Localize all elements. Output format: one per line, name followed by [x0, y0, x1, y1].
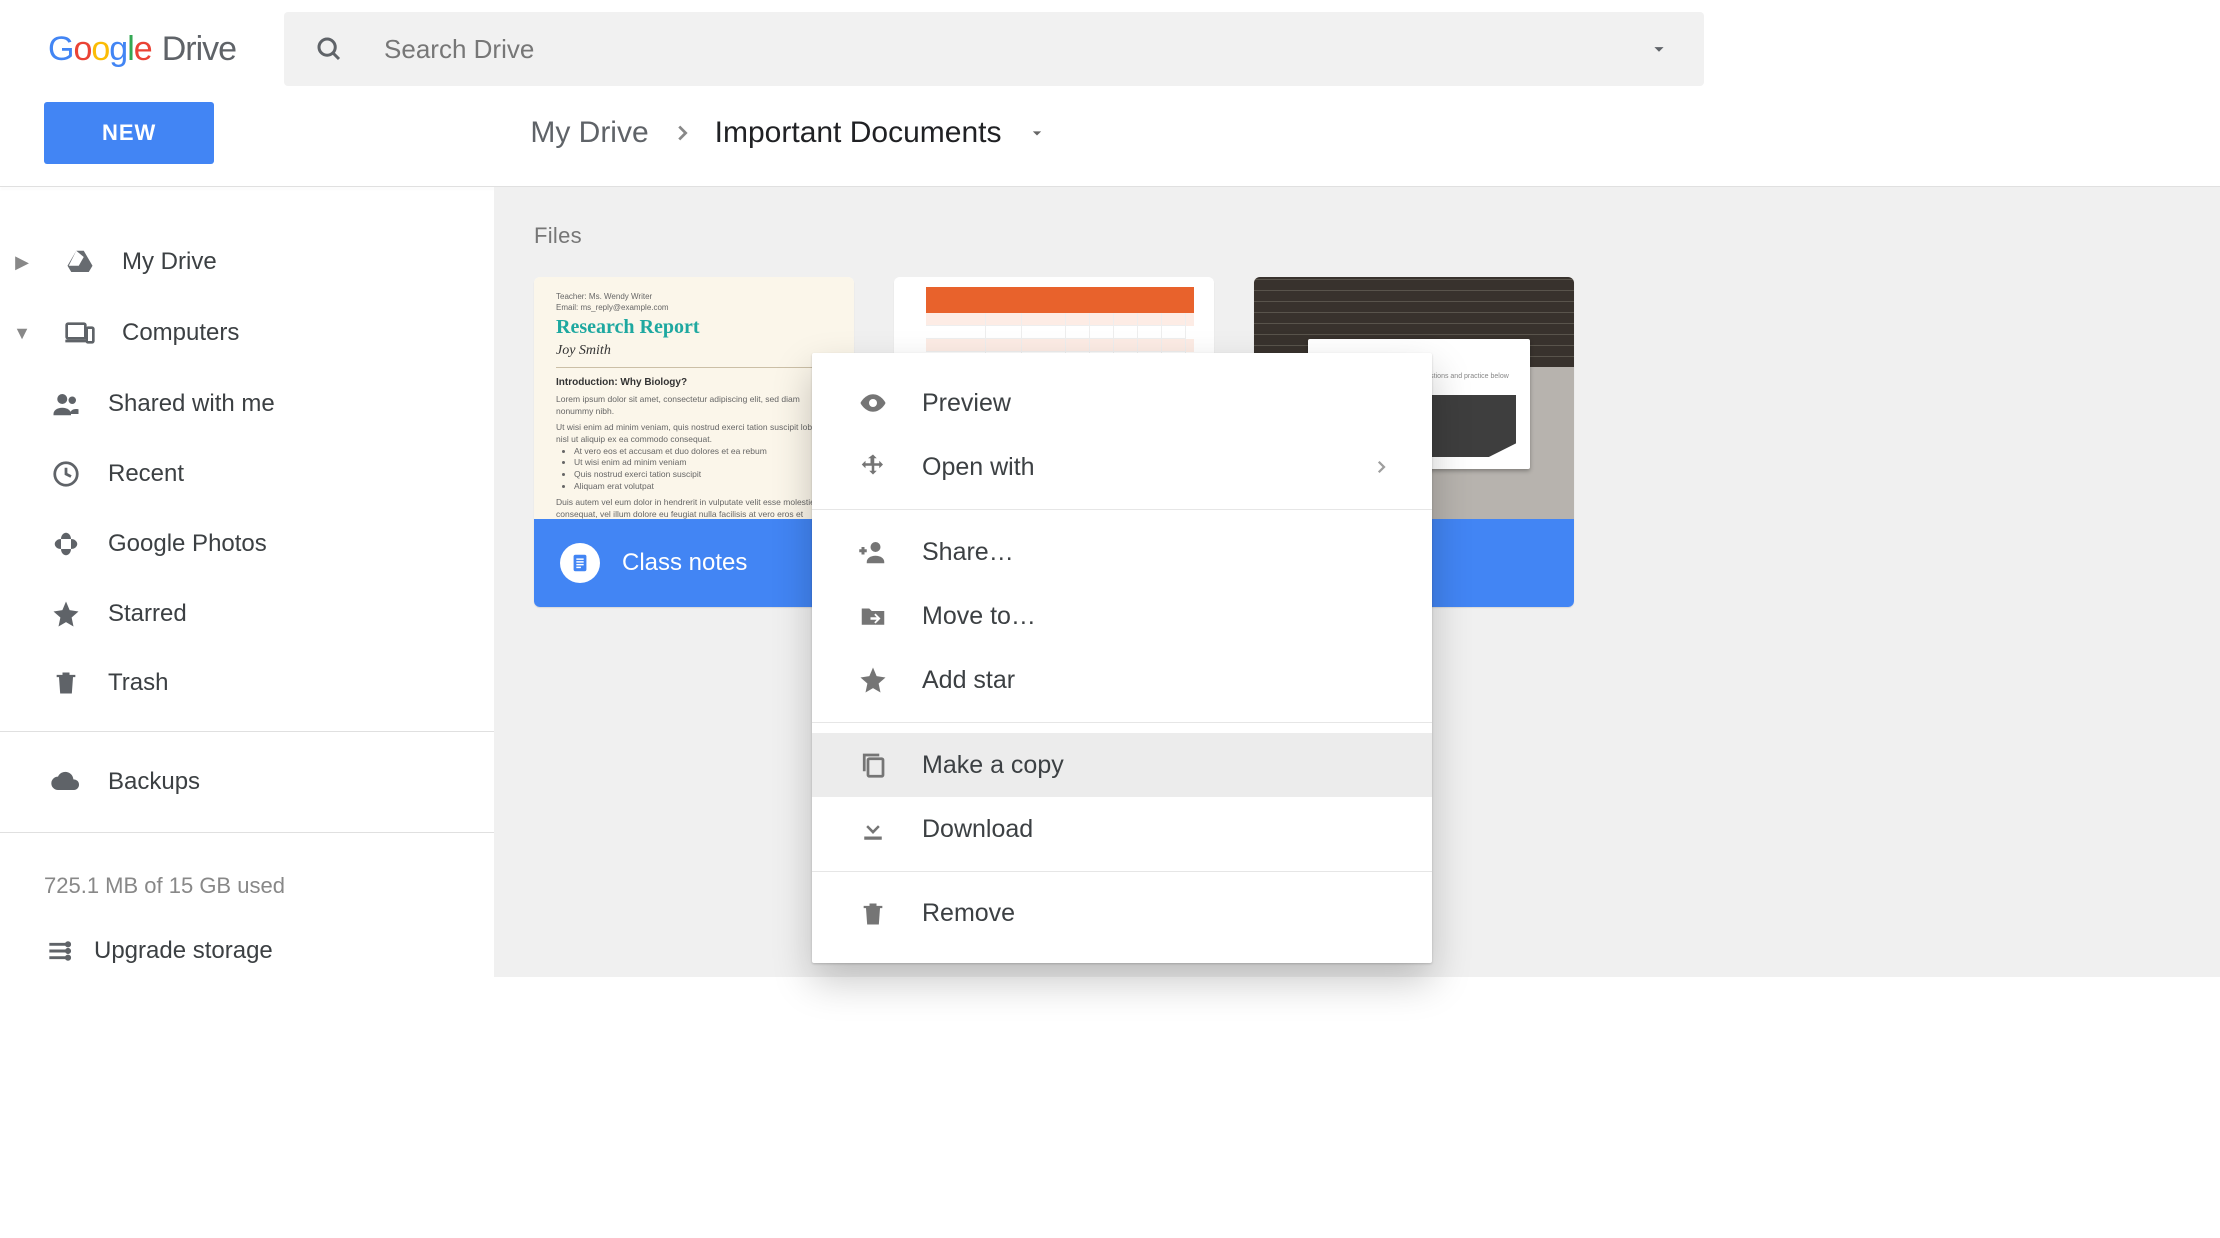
sidebar-item-shared-with-me[interactable]: Shared with me [0, 369, 494, 439]
chevron-right-icon [1372, 458, 1390, 476]
context-menu-make-a-copy[interactable]: Make a copy [812, 733, 1432, 797]
clock-icon [48, 459, 84, 489]
sidebar-item-starred[interactable]: Starred [0, 579, 494, 649]
drive-icon [62, 247, 98, 277]
context-menu-open-with[interactable]: Open with [812, 435, 1432, 499]
download-icon [856, 814, 890, 844]
sidebar-item-label: My Drive [122, 248, 217, 276]
file-label-row: Class notes [534, 519, 854, 607]
sidebar-item-label: Backups [108, 768, 200, 796]
storage-icon [44, 935, 76, 967]
context-menu-label: Download [922, 815, 1033, 844]
context-menu-add-star[interactable]: Add star [812, 648, 1432, 712]
logo[interactable]: Google Drive [48, 30, 236, 69]
people-icon [48, 389, 84, 419]
copy-icon [856, 750, 890, 780]
section-title: Files [534, 223, 2180, 249]
logo-product: Drive [162, 30, 236, 69]
sidebar: ▶ My Drive ▼ Computers Shared with me Re… [0, 187, 494, 977]
context-menu-label: Share… [922, 538, 1014, 567]
expand-right-icon[interactable]: ▶ [12, 252, 32, 273]
context-menu-preview[interactable]: Preview [812, 371, 1432, 435]
sidebar-item-computers[interactable]: ▼ Computers [0, 297, 494, 369]
chevron-right-icon [671, 122, 693, 144]
upgrade-storage-label: Upgrade storage [94, 937, 273, 965]
breadcrumb-root[interactable]: My Drive [530, 116, 648, 150]
breadcrumb-current[interactable]: Important Documents [715, 116, 1002, 150]
search-input[interactable] [384, 34, 1674, 65]
sidebar-item-label: Recent [108, 460, 184, 488]
context-menu-move-to[interactable]: Move to… [812, 584, 1432, 648]
expand-down-icon[interactable]: ▼ [12, 323, 32, 344]
context-menu-label: Open with [922, 453, 1035, 482]
person-add-icon [856, 537, 890, 567]
context-menu: Preview Open with Share… [812, 353, 1432, 963]
sidebar-item-google-photos[interactable]: Google Photos [0, 509, 494, 579]
move-arrows-icon [856, 452, 890, 482]
context-menu-label: Preview [922, 389, 1011, 418]
sidebar-item-label: Computers [122, 319, 239, 347]
context-menu-label: Make a copy [922, 751, 1064, 780]
search-icon [314, 34, 344, 64]
trash-icon [856, 900, 890, 928]
sidebar-item-label: Google Photos [108, 530, 267, 558]
file-thumbnail: Teacher: Ms. Wendy WriterEmail: ms_reply… [534, 277, 854, 519]
search-options-caret-icon[interactable] [1648, 38, 1670, 60]
context-menu-download[interactable]: Download [812, 797, 1432, 861]
breadcrumb-caret-icon[interactable] [1027, 123, 1047, 143]
context-menu-label: Move to… [922, 602, 1036, 631]
star-icon [48, 599, 84, 629]
devices-icon [62, 317, 98, 349]
trash-icon [48, 669, 84, 697]
sidebar-item-trash[interactable]: Trash [0, 649, 494, 717]
header: Google Drive [0, 0, 2220, 102]
file-card-class-notes[interactable]: Teacher: Ms. Wendy WriterEmail: ms_reply… [534, 277, 854, 607]
toolbar-row: NEW My Drive Important Documents [0, 102, 2220, 164]
divider [812, 509, 1432, 510]
cloud-icon [48, 766, 84, 798]
photos-icon [48, 529, 84, 559]
context-menu-share[interactable]: Share… [812, 520, 1432, 584]
sidebar-item-label: Trash [108, 669, 168, 697]
context-menu-label: Add star [922, 666, 1015, 695]
sidebar-item-backups[interactable]: Backups [0, 746, 494, 818]
sidebar-item-recent[interactable]: Recent [0, 439, 494, 509]
search-box[interactable] [284, 12, 1704, 86]
divider [812, 871, 1432, 872]
sidebar-item-label: Starred [108, 600, 187, 628]
new-button[interactable]: NEW [44, 102, 214, 164]
storage-usage-text: 725.1 MB of 15 GB used [0, 847, 494, 925]
eye-icon [856, 388, 890, 418]
divider [0, 731, 494, 732]
context-menu-label: Remove [922, 899, 1015, 928]
context-menu-remove[interactable]: Remove [812, 882, 1432, 945]
upgrade-storage-link[interactable]: Upgrade storage [0, 925, 494, 977]
star-icon [856, 665, 890, 695]
divider [812, 722, 1432, 723]
docs-icon [560, 543, 600, 583]
file-name: Class notes [622, 549, 747, 577]
folder-move-icon [856, 601, 890, 631]
sidebar-item-label: Shared with me [108, 390, 275, 418]
breadcrumb: My Drive Important Documents [530, 116, 1047, 150]
divider [0, 832, 494, 833]
sidebar-item-my-drive[interactable]: ▶ My Drive [0, 227, 494, 297]
main-content: Files Teacher: Ms. Wendy WriterEmail: ms… [494, 187, 2220, 977]
